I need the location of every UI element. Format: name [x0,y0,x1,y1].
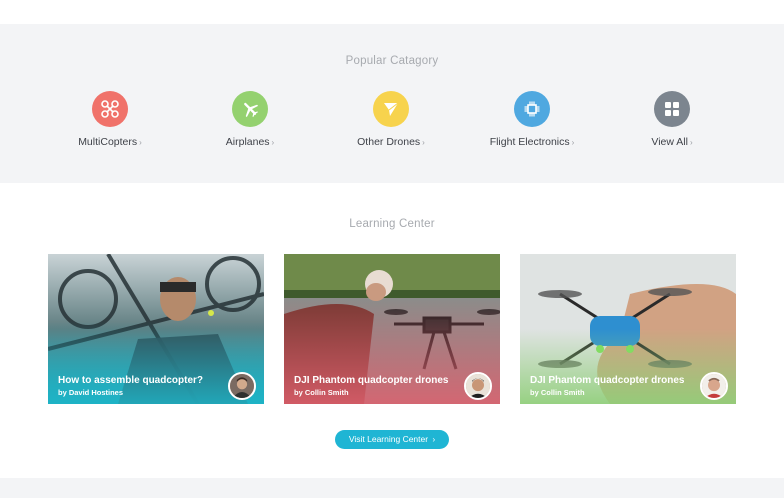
category-label: View All [651,136,688,148]
category-other-drones[interactable]: Other Drones › [321,91,461,151]
category-airplanes[interactable]: Airplanes › [180,91,320,151]
footer-strip [0,478,784,498]
top-strip [0,0,784,24]
category-label: Other Drones [357,136,421,148]
category-label: Airplanes [225,136,270,148]
avatar [228,372,256,400]
avatar [700,372,728,400]
chip-icon [514,91,550,127]
visit-button-label: Visit Learning Center [348,434,429,444]
learning-card[interactable]: DJI Phantom quadcopter drones by Collin … [284,254,500,404]
chevron-right-icon: › [571,138,575,147]
airplane-icon [232,91,268,127]
chevron-right-icon: › [271,138,275,147]
learning-center-section: Learning Center How to assemble quadcopt… [0,183,784,478]
learning-card[interactable]: How to assemble quadcopter? by David Hos… [48,254,264,404]
card-author: by Collin Smith [294,388,349,397]
card-title: DJI Phantom quadcopter drones [294,375,449,386]
card-author: by Collin Smith [530,388,585,397]
category-label: MultiCopters [78,136,138,148]
grid-icon [654,91,690,127]
learning-section-title: Learning Center [349,218,435,230]
quadcopter-icon [92,91,128,127]
category-flight-electronics[interactable]: Flight Electronics › [462,91,602,151]
card-title: DJI Phantom quadcopter drones [530,375,685,386]
chevron-right-icon: › [139,138,142,147]
paper-plane-icon [373,91,409,127]
card-title: How to assemble quadcopter? [58,375,204,386]
category-view-all[interactable]: View All › [602,91,742,151]
chevron-right-icon: › [689,138,693,147]
visit-learning-center-button[interactable]: Visit Learning Center › [335,430,449,449]
category-section-title: Popular Catagory [345,55,439,67]
popular-category-section: Popular Catagory MultiCopters › Airplane… [0,24,784,183]
chevron-right-icon: › [422,138,425,147]
avatar [464,372,492,400]
card-author: by David Hostines [58,388,124,397]
category-label: Flight Electronics [489,136,570,148]
category-multicopters[interactable]: MultiCopters › [40,91,180,151]
chevron-right-icon: › [432,435,436,444]
learning-card[interactable]: DJI Phantom quadcopter drones by Collin … [520,254,736,404]
